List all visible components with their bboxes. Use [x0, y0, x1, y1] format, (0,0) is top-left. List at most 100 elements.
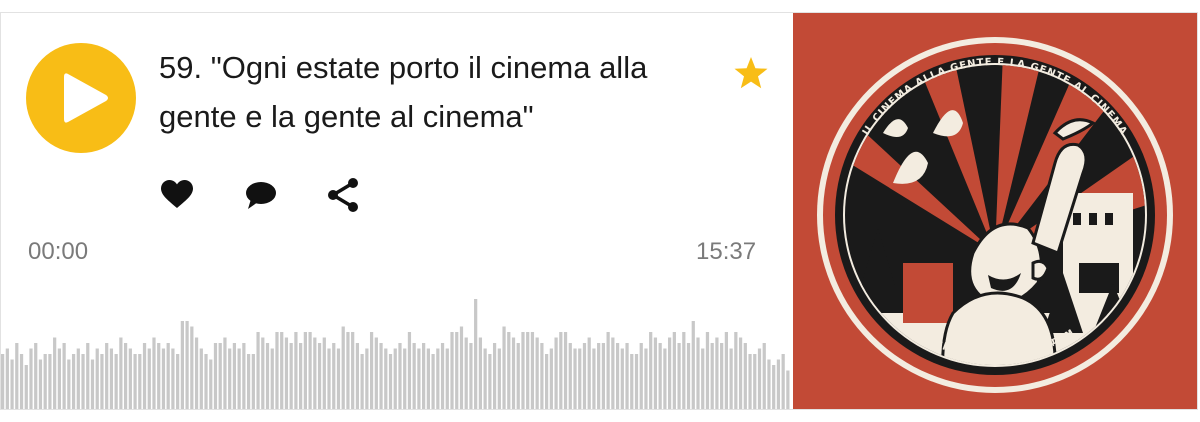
- waveform-bar: [507, 332, 511, 409]
- episode-artwork: IL CINEMA ALLA GENTE E LA GENTE AL CINEM…: [793, 13, 1197, 409]
- waveform-bar: [483, 348, 487, 409]
- waveform-seekbar[interactable]: [1, 273, 791, 409]
- waveform-bar: [445, 348, 449, 409]
- waveform-bar: [559, 332, 563, 409]
- waveform-bar: [705, 332, 710, 409]
- waveform-bar: [403, 348, 407, 409]
- star-icon[interactable]: [731, 53, 771, 93]
- waveform-bar: [48, 354, 52, 409]
- waveform-bar: [57, 348, 61, 409]
- waveform-bar: [720, 343, 724, 409]
- waveform-bar: [341, 326, 345, 409]
- waveform-bar: [696, 337, 700, 409]
- waveform-bar: [34, 343, 38, 409]
- waveform-bar: [194, 337, 199, 409]
- waveform-bar: [5, 348, 9, 409]
- waveform-bar: [686, 343, 691, 409]
- heart-icon[interactable]: [159, 177, 195, 213]
- waveform-bar: [663, 348, 667, 409]
- waveform-bar: [762, 343, 766, 409]
- waveform-bar: [261, 337, 265, 409]
- player-controls: 59. "Ogni estate porto il cinema alla ge…: [1, 13, 791, 409]
- waveform-bar: [142, 343, 147, 409]
- waveform-bar: [180, 321, 184, 409]
- waveform-bar: [431, 354, 435, 409]
- waveform-bar: [10, 359, 14, 409]
- waveform-bar: [781, 354, 785, 409]
- waveform-bar: [450, 332, 454, 409]
- waveform-bar: [516, 343, 520, 409]
- waveform-bar: [724, 332, 728, 409]
- waveform-bar: [237, 348, 241, 409]
- waveform-bar: [228, 348, 232, 409]
- waveform-bar: [280, 332, 284, 409]
- waveform-bar: [275, 332, 279, 409]
- waveform-bar: [322, 337, 326, 409]
- waveform-bar: [384, 348, 388, 409]
- waveform-bar: [86, 343, 90, 409]
- waveform-bar: [526, 332, 530, 409]
- waveform-bar: [734, 332, 738, 409]
- waveform-bar: [265, 343, 270, 409]
- waveform-bar: [587, 337, 591, 409]
- waveform-bar: [677, 343, 681, 409]
- comment-icon[interactable]: [243, 177, 279, 213]
- waveform-bar: [573, 348, 577, 409]
- waveform-bar: [521, 332, 525, 409]
- waveform-bar: [535, 337, 539, 409]
- waveform-bar: [81, 354, 85, 409]
- waveform-bar: [459, 326, 464, 409]
- waveform-bar: [199, 348, 203, 409]
- waveform-bar: [19, 354, 24, 409]
- waveform-bar: [232, 343, 237, 409]
- share-icon[interactable]: [325, 177, 361, 213]
- waveform-bar: [753, 354, 757, 409]
- waveform-bar: [119, 337, 123, 409]
- waveform-bar: [625, 343, 629, 409]
- waveform-bar: [138, 354, 142, 409]
- waveform-bar: [767, 359, 771, 409]
- waveform-bar: [246, 354, 251, 409]
- waveform-bar: [114, 354, 118, 409]
- waveform-bar: [601, 343, 606, 409]
- waveform-bar: [171, 348, 175, 409]
- waveform-bar: [294, 332, 298, 409]
- waveform-bar: [582, 343, 587, 409]
- waveform-bar: [166, 343, 170, 409]
- waveform-bar: [1, 354, 5, 409]
- waveform-bar: [440, 343, 445, 409]
- waveform-bar: [336, 348, 341, 409]
- waveform-bar: [317, 343, 322, 409]
- waveform-bar: [289, 343, 293, 409]
- waveform-bar: [554, 337, 558, 409]
- waveform-bar: [29, 348, 33, 409]
- waveform-bar: [43, 354, 47, 409]
- waveform-bar: [308, 332, 312, 409]
- waveform-bar: [464, 337, 468, 409]
- waveform-bar: [90, 359, 95, 409]
- waveform-bar: [606, 332, 610, 409]
- waveform-bar: [653, 337, 658, 409]
- waveform-bar: [757, 348, 762, 409]
- waveform-bar: [53, 337, 57, 409]
- waveform-bar: [611, 337, 615, 409]
- waveform-bar: [365, 348, 369, 409]
- waveform-bar: [15, 343, 19, 409]
- waveform-bar: [455, 332, 459, 409]
- waveform-bar: [24, 365, 28, 409]
- waveform-bar: [630, 354, 634, 409]
- waveform-bar: [729, 348, 733, 409]
- waveform-bar: [303, 332, 307, 409]
- waveform-bar: [133, 354, 137, 409]
- waveform-bar: [412, 343, 416, 409]
- waveform-bar: [393, 348, 397, 409]
- play-button[interactable]: [26, 43, 136, 153]
- waveform-bar: [620, 348, 624, 409]
- waveform-bar: [540, 343, 544, 409]
- waveform-bar: [469, 343, 473, 409]
- waveform-bar: [738, 337, 743, 409]
- waveform-bar: [185, 321, 189, 409]
- waveform-bar: [426, 348, 430, 409]
- total-duration: 15:37: [696, 238, 757, 265]
- waveform-bar: [511, 337, 516, 409]
